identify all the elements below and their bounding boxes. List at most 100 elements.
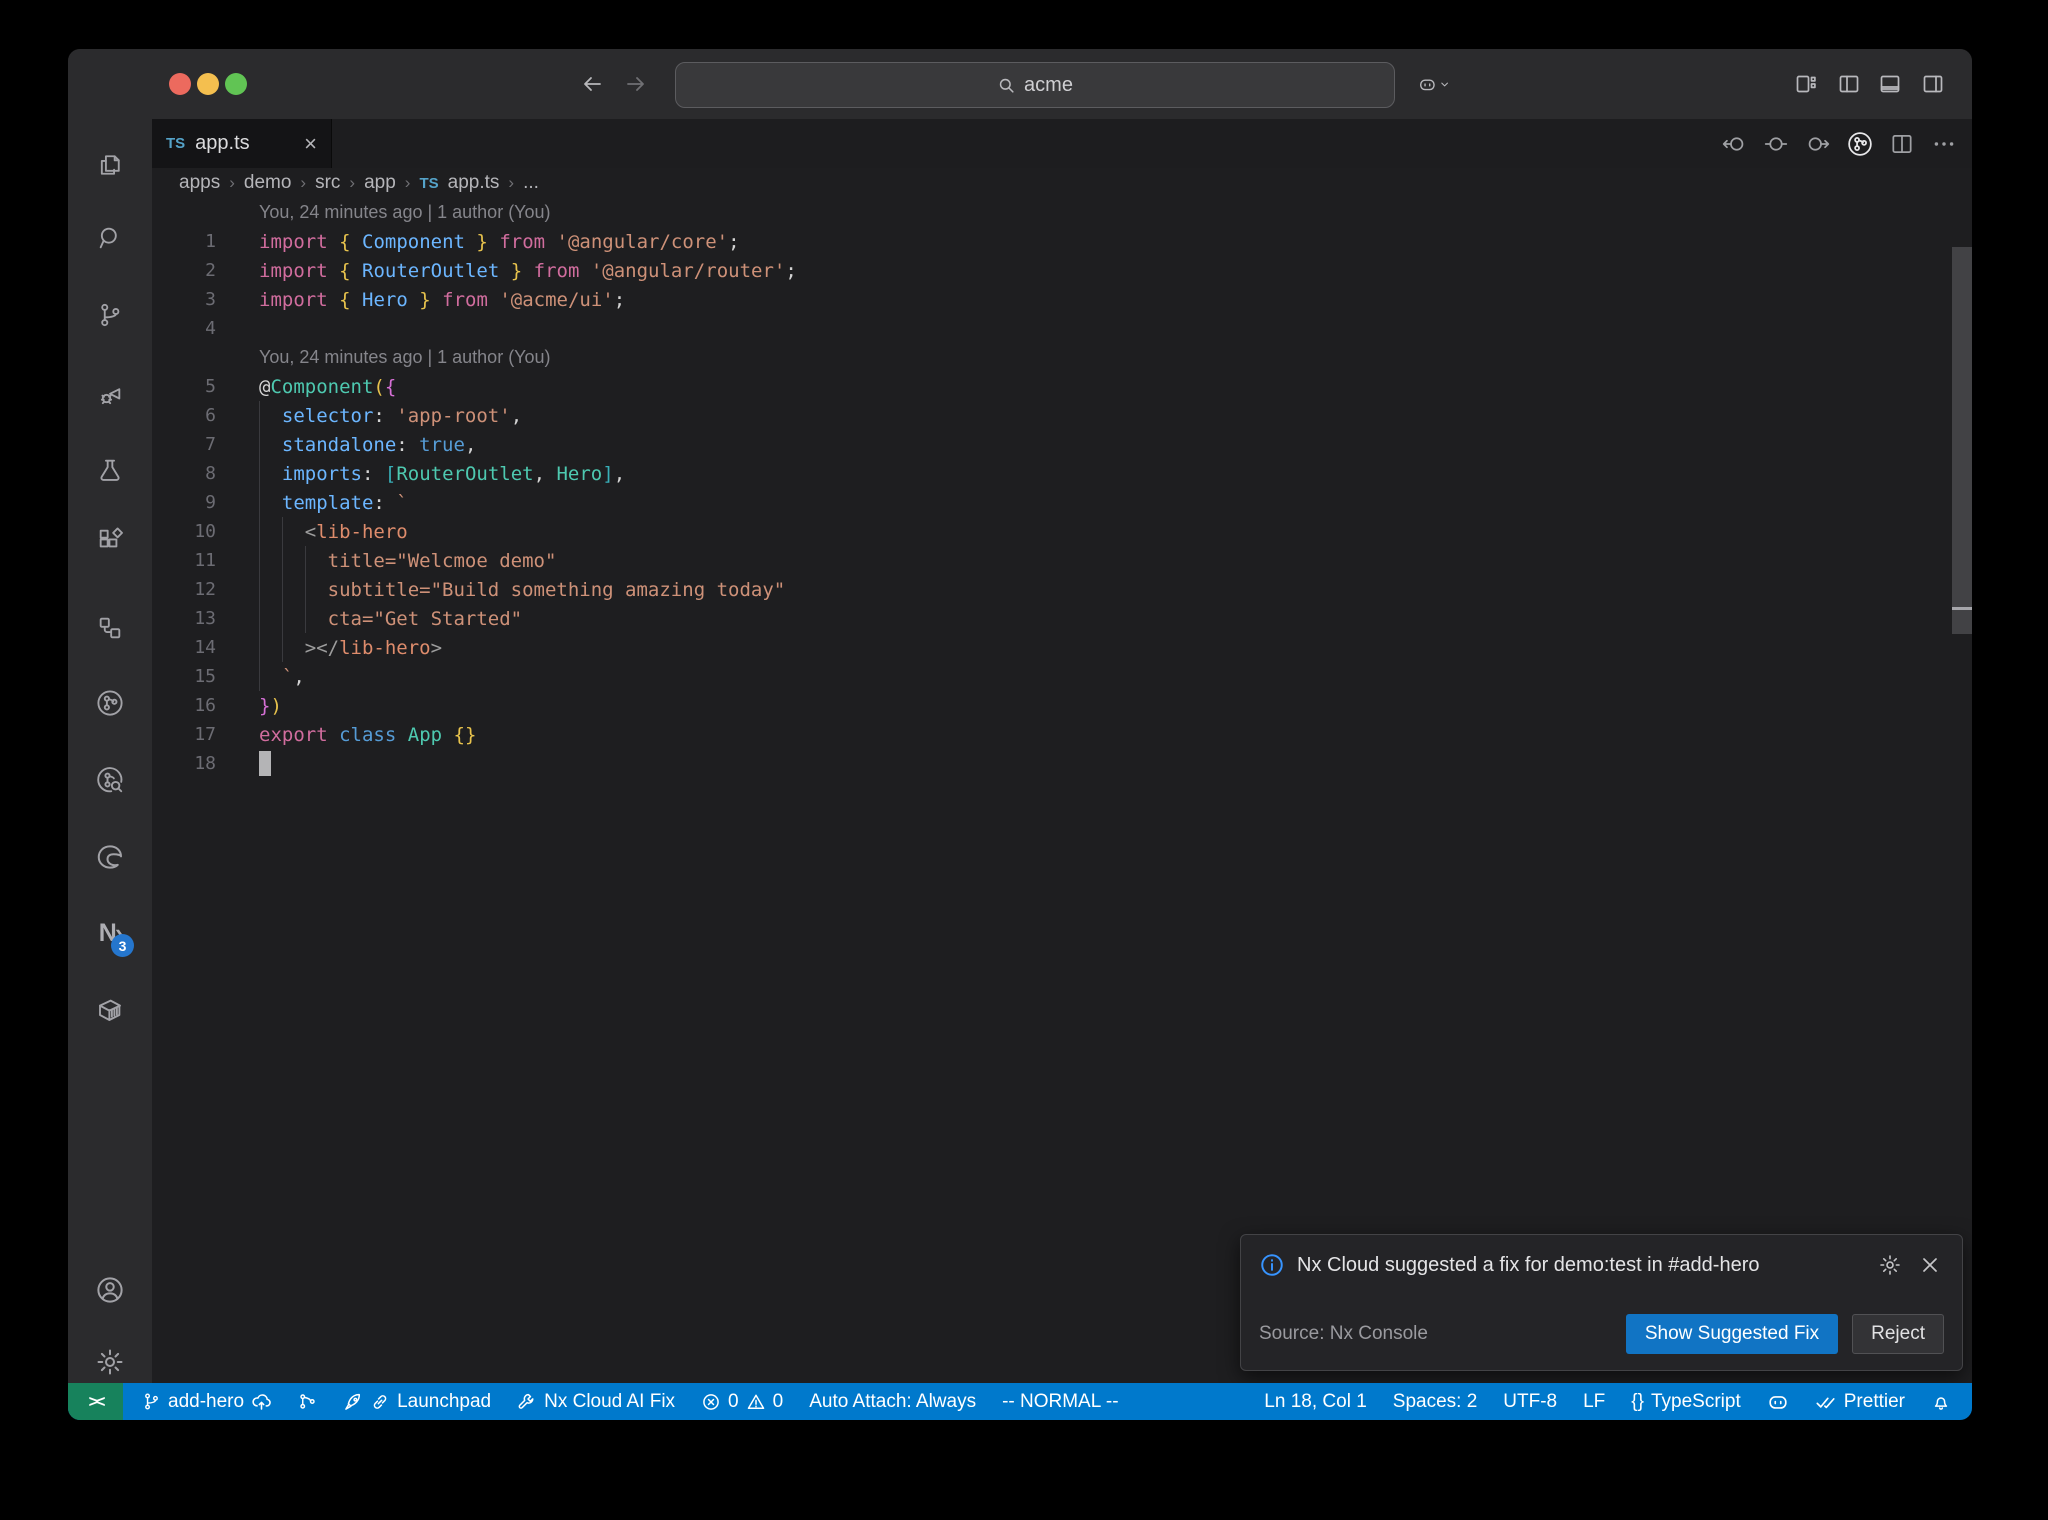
search-icon — [99, 227, 117, 249]
close-window-button[interactable] — [169, 73, 191, 95]
breadcrumb-separator: › — [300, 173, 307, 192]
sidebar-item-explorer[interactable] — [84, 139, 136, 191]
code-editor[interactable]: You, 24 minutes ago | 1 author (You) 1 imp… — [152, 198, 1972, 1383]
status-item-cursor-position[interactable]: Ln 18, Col 1 — [1253, 1383, 1377, 1420]
sidebar-item-accounts[interactable] — [84, 1264, 136, 1316]
sidebar-item-nx-console[interactable]: N› 3 — [84, 907, 136, 959]
line-number: 14 — [194, 637, 216, 658]
sidebar-item-settings[interactable] — [84, 1336, 136, 1388]
status-item-problems[interactable]: 00 — [690, 1383, 794, 1420]
arrow-left-icon — [584, 77, 601, 91]
breadcrumb-more[interactable]: ... — [523, 172, 539, 194]
navigate-back-icon[interactable] — [1718, 128, 1750, 160]
status-item-eol[interactable]: LF — [1572, 1383, 1616, 1420]
toggle-secondary-sidebar-button[interactable] — [1917, 68, 1949, 100]
current-position-icon[interactable] — [1760, 128, 1792, 160]
code-line: import { RouterOutlet } from '@angular/r… — [259, 259, 797, 282]
sidebar-item-git-graph[interactable] — [84, 677, 136, 729]
tab-app-ts[interactable]: TS app.ts × — [152, 119, 332, 168]
sidebar-item-edge-browser[interactable] — [84, 831, 136, 883]
status-bar-right: Ln 18, Col 1 Spaces: 2 UTF-8 LF{} TypeScript… — [1253, 1383, 1962, 1420]
link-icon — [370, 1392, 390, 1412]
navigate-forward-button[interactable] — [620, 68, 652, 100]
status-item-notifications[interactable] — [1920, 1383, 1962, 1420]
code-row: 8 imports: [RouterOutlet, Hero], — [152, 459, 1972, 488]
copilot-menu-button[interactable] — [1418, 68, 1450, 100]
status-item-branch-publish[interactable]: add-hero — [131, 1383, 283, 1420]
info-icon — [1261, 1254, 1283, 1276]
status-bar-left: add-hero Launchpad Nx Cloud AI Fix 0 0 Auto A… — [131, 1383, 1130, 1420]
code-row: 16}) — [152, 691, 1972, 720]
customize-layout-icon — [1796, 75, 1816, 93]
run-debug-icon — [100, 388, 121, 405]
sidebar-item-source-control[interactable] — [84, 289, 136, 341]
code-rows: You, 24 minutes ago | 1 author (You) 1 imp… — [152, 198, 1972, 778]
command-center-search[interactable]: acme — [675, 62, 1395, 108]
code-line: ></lib-hero> — [304, 636, 443, 659]
breadcrumb-file[interactable]: app.ts — [448, 172, 500, 194]
typescript-file-icon: TS — [419, 174, 439, 192]
sidebar-item-run-debug[interactable] — [84, 369, 136, 421]
breadcrumb-separator: › — [229, 173, 235, 192]
breadcrumb-item[interactable]: apps — [179, 172, 220, 194]
sidebar-item-search[interactable] — [84, 212, 136, 264]
line-number: 7 — [205, 434, 216, 455]
code-line: template: ` — [281, 491, 408, 514]
status-item-nx-cloud-ai-fix[interactable]: Nx Cloud AI Fix — [506, 1383, 686, 1420]
breadcrumb-separator: › — [508, 173, 515, 192]
status-item-prettier[interactable]: Prettier — [1804, 1383, 1916, 1420]
status-item-indentation[interactable]: Spaces: 2 — [1382, 1383, 1489, 1420]
status-item-auto-attach[interactable]: Auto Attach: Always — [798, 1383, 987, 1420]
status-item-language-mode[interactable]: {} TypeScript — [1620, 1383, 1751, 1420]
status-item-git-graph[interactable] — [287, 1383, 328, 1420]
cloud-upload-icon — [251, 1391, 272, 1412]
close-tab-icon[interactable]: × — [304, 132, 317, 155]
warning-triangle-icon — [746, 1392, 766, 1412]
vim-block-cursor — [259, 751, 271, 776]
code-line: cta="Get Started" — [327, 607, 523, 630]
sidebar-item-git-history[interactable] — [84, 754, 136, 806]
blame-row: You, 24 minutes ago | 1 author (You) — [152, 198, 1972, 227]
notification-settings-icon[interactable] — [1876, 1251, 1904, 1279]
breadcrumb-item[interactable]: src — [315, 172, 340, 194]
minimize-window-button[interactable] — [197, 73, 219, 95]
close-notification-icon[interactable] — [1916, 1251, 1944, 1279]
nx-badge: 3 — [111, 934, 134, 957]
status-item-vim-mode[interactable]: -- NORMAL -- — [991, 1383, 1129, 1420]
navigate-forward-icon[interactable] — [1802, 128, 1834, 160]
status-item-copilot[interactable] — [1756, 1383, 1800, 1420]
show-suggested-fix-button[interactable]: Show Suggested Fix — [1625, 1314, 1839, 1354]
split-editor-icon[interactable] — [1886, 128, 1918, 160]
more-actions-icon[interactable] — [1928, 128, 1960, 160]
status-item-launchpad[interactable]: Launchpad — [332, 1383, 502, 1420]
breadcrumb-item[interactable]: demo — [244, 172, 292, 194]
rocket-icon — [343, 1392, 363, 1412]
scrollbar-cursor-marker — [1952, 607, 1972, 610]
toggle-panel-button[interactable] — [1874, 68, 1906, 100]
breadcrumb-item[interactable]: app — [364, 172, 396, 194]
line-number: 16 — [194, 695, 216, 716]
line-number: 11 — [194, 550, 216, 571]
zoom-window-button[interactable] — [225, 73, 247, 95]
git-graph-icon[interactable] — [1844, 128, 1876, 160]
settings-gear-icon — [97, 1349, 123, 1375]
toggle-primary-sidebar-button[interactable] — [1833, 68, 1865, 100]
line-number: 3 — [205, 289, 216, 310]
sidebar-item-nodes[interactable] — [84, 602, 136, 654]
reject-button[interactable]: Reject — [1852, 1314, 1944, 1354]
navigate-back-button[interactable] — [576, 68, 608, 100]
code-line: import { Component } from '@angular/core… — [259, 230, 740, 253]
code-row: 18 — [152, 749, 1972, 778]
code-line: selector: 'app-root', — [281, 404, 523, 427]
status-item-encoding[interactable]: UTF-8 — [1492, 1383, 1568, 1420]
sidebar-item-container[interactable] — [84, 984, 136, 1036]
remote-indicator[interactable]: >< — [68, 1383, 123, 1420]
customize-layout-button[interactable] — [1790, 68, 1822, 100]
editor-scrollbar[interactable] — [1952, 247, 1972, 634]
sidebar-item-extensions[interactable] — [84, 514, 136, 566]
notification-toast: Nx Cloud suggested a fix for demo:test i… — [1240, 1234, 1963, 1371]
check-double-icon — [1815, 1391, 1837, 1413]
breadcrumb[interactable]: apps › demo › src › app › TS app.ts ›... — [152, 168, 1972, 198]
line-number: 6 — [205, 405, 216, 426]
sidebar-item-testing[interactable] — [84, 444, 136, 496]
